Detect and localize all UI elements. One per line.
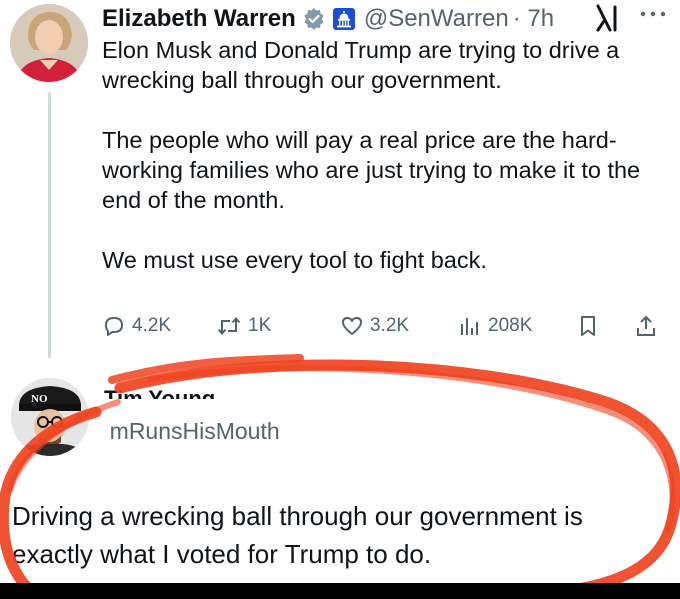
view-count: 208K [488, 315, 533, 336]
tweet-header: Elizabeth Warren @SenWarren · 7h [102, 4, 554, 34]
reply-avatar-image: NO [11, 378, 89, 456]
bottom-bar [0, 583, 680, 599]
like-count: 3.2K [370, 315, 410, 336]
thread-line [48, 92, 51, 358]
reply-avatar[interactable]: NO [11, 378, 89, 456]
reply-author-name[interactable]: Tim Young [104, 384, 215, 399]
author-avatar-image [10, 4, 88, 82]
like-icon [342, 317, 362, 335]
reply-button[interactable]: 4.2K [102, 312, 171, 340]
author-name[interactable]: Elizabeth Warren [102, 5, 296, 33]
reply-text: Driving a wrecking ball through our gove… [12, 501, 583, 569]
like-button[interactable]: 3.2K [340, 312, 409, 340]
views-icon [461, 318, 478, 335]
author-avatar[interactable] [10, 4, 88, 82]
more-icon[interactable] [638, 6, 668, 24]
tweet-paragraph: The people who will pay a real price are… [102, 127, 641, 213]
share-icon [637, 315, 655, 336]
repost-button[interactable]: 1K [216, 312, 271, 340]
share-button[interactable] [634, 312, 658, 340]
tweet-time[interactable]: · 7h [513, 5, 554, 33]
tweet-actions: 4.2K 1K 3.2K 208K [102, 312, 672, 342]
author-handle[interactable]: @SenWarren [364, 5, 509, 33]
tweet-paragraph: We must use every tool to fight back. [102, 247, 487, 273]
tweet-text: Elon Musk and Donald Trump are trying to… [102, 35, 672, 275]
reply-author-handle[interactable]: @TimRunsHisMouth [110, 418, 340, 448]
views-button[interactable]: 208K [458, 312, 532, 340]
avatar-hat-text: NO [31, 393, 48, 405]
reply-count: 4.2K [132, 315, 172, 336]
tweet-paragraph: Elon Musk and Donald Trump are trying to… [102, 37, 620, 93]
repost-count: 1K [248, 315, 272, 336]
bookmark-button[interactable] [576, 312, 600, 340]
reply-icon [105, 317, 123, 336]
bookmark-icon [581, 316, 595, 336]
repost-icon [217, 316, 241, 336]
capitol-badge-icon [332, 7, 356, 31]
grok-icon[interactable] [594, 3, 622, 38]
verified-badge-icon [302, 7, 326, 31]
